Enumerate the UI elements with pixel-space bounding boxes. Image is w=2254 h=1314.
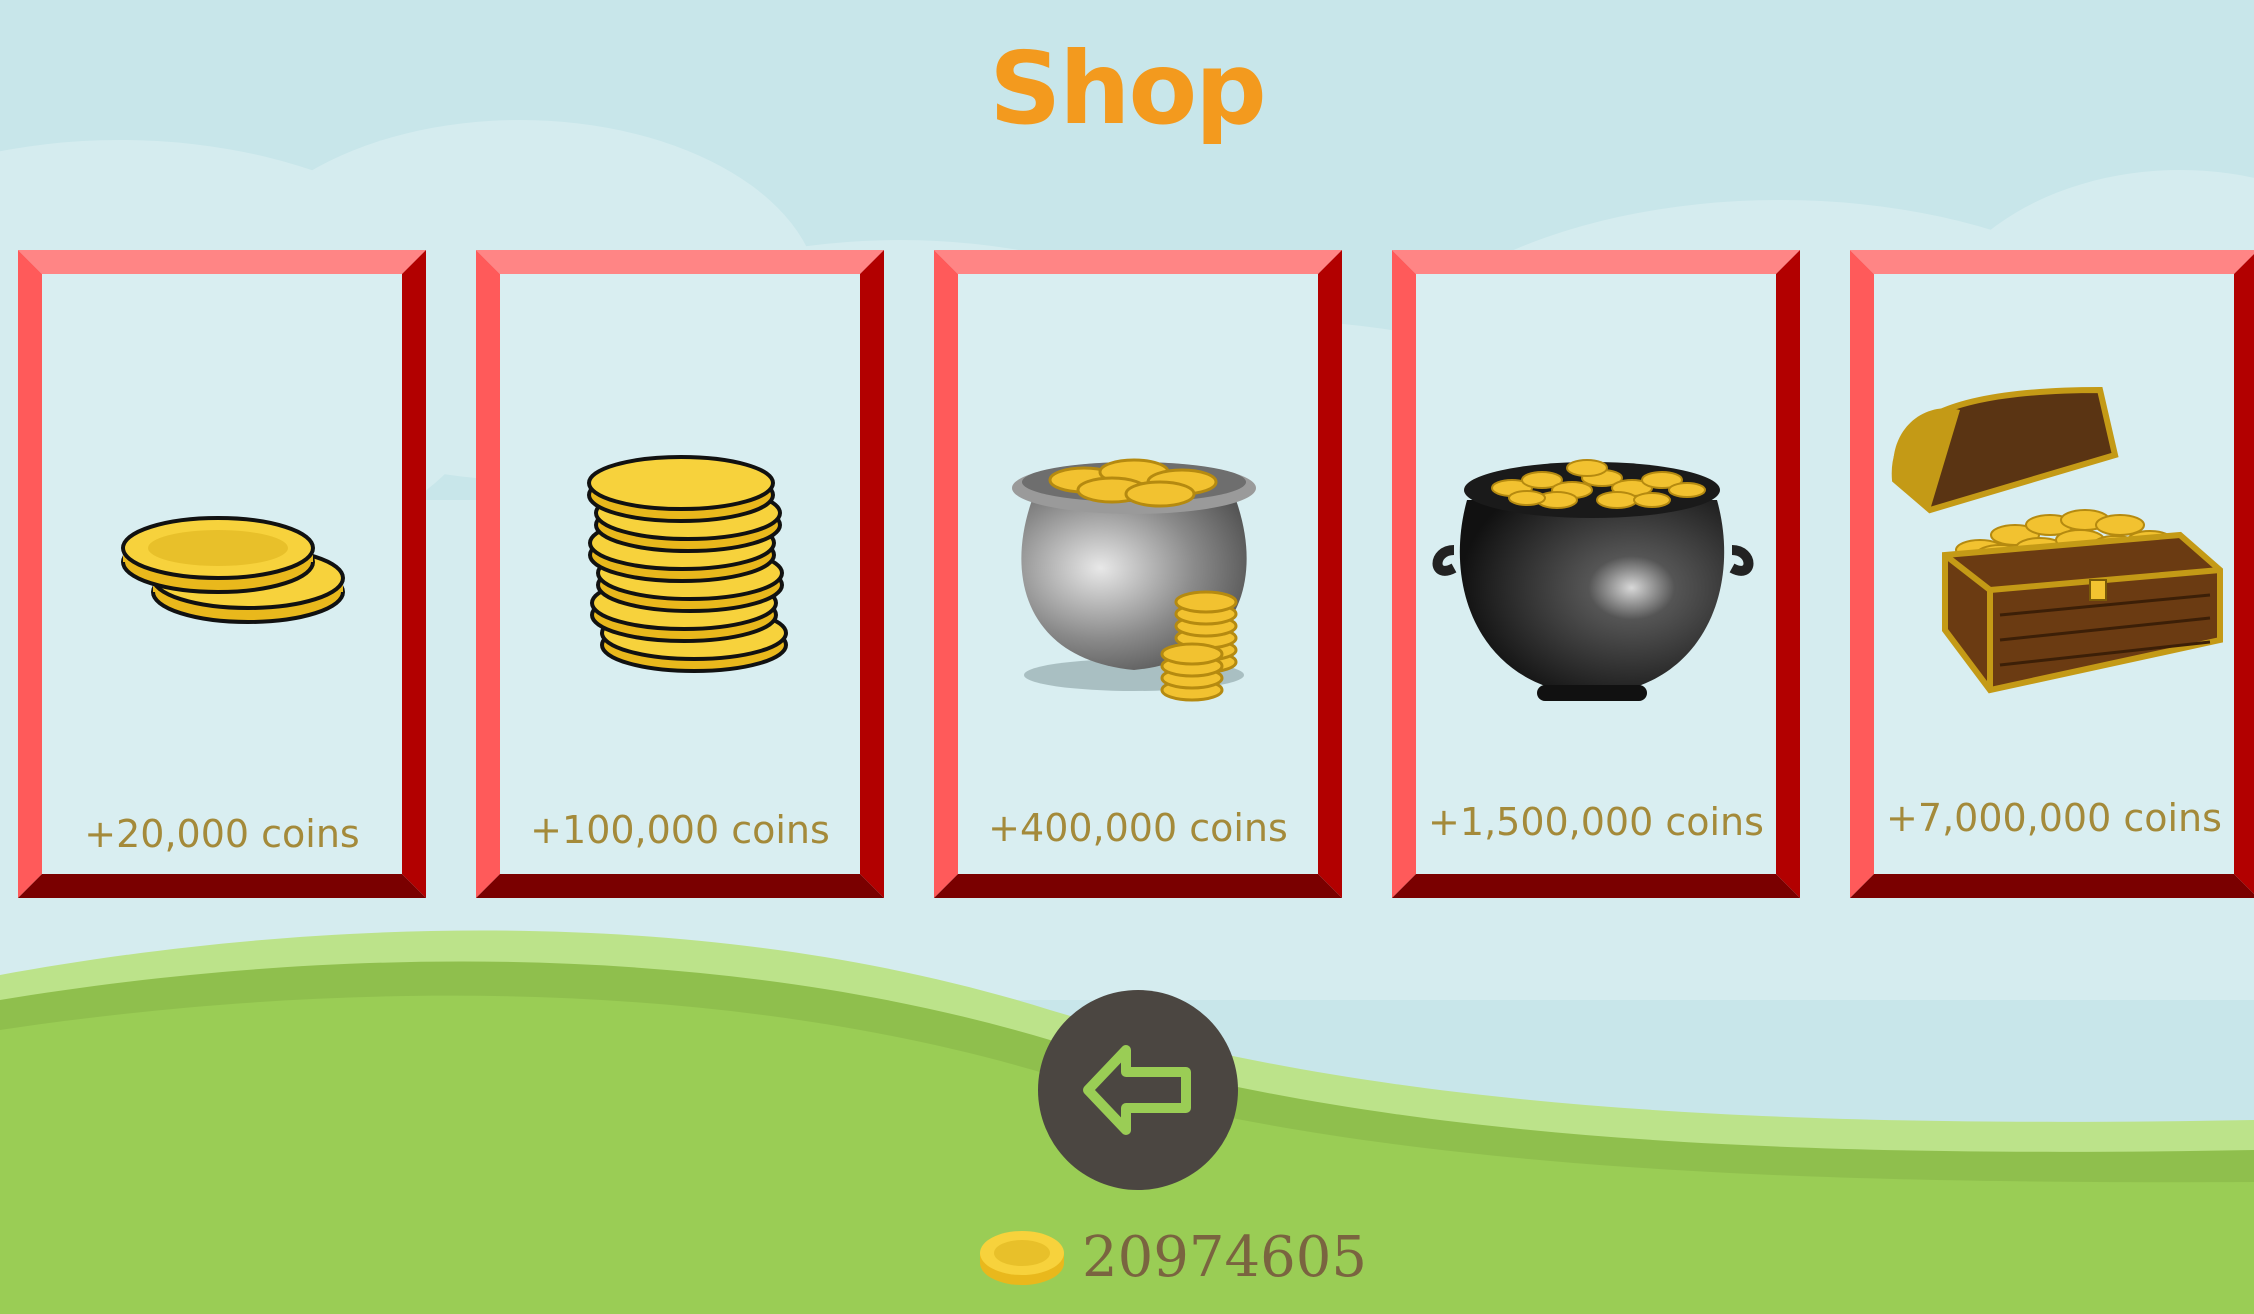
back-button[interactable] <box>1038 990 1238 1190</box>
coin-pack-card[interactable]: +20,000 coins <box>18 250 426 898</box>
balance-amount: 20974605 <box>1082 1224 1368 1290</box>
pack-label: +7,000,000 coins <box>1886 796 2222 840</box>
coin-pack-card[interactable]: +1,500,000 coins <box>1392 250 1800 898</box>
two-coins-icon <box>121 516 345 624</box>
pack-label: +20,000 coins <box>84 812 360 856</box>
pack-label: +400,000 coins <box>988 806 1288 850</box>
pack-label: +1,500,000 coins <box>1428 800 1764 844</box>
coin-pack-card[interactable]: +100,000 coins <box>476 250 884 898</box>
silver-pot-of-coins-icon <box>1012 458 1256 702</box>
back-arrow-icon <box>1083 1045 1191 1135</box>
pack-label: +100,000 coins <box>530 808 830 852</box>
coin-stack-icon <box>587 455 788 673</box>
coin-balance: 20974605 <box>976 1222 1367 1292</box>
coin-pack-card[interactable]: +400,000 coins <box>934 250 1342 898</box>
coin-icon <box>980 1231 1064 1285</box>
page-title: Shop <box>989 30 1267 147</box>
coin-pack-card[interactable]: +7,000,000 coins <box>1850 250 2254 898</box>
